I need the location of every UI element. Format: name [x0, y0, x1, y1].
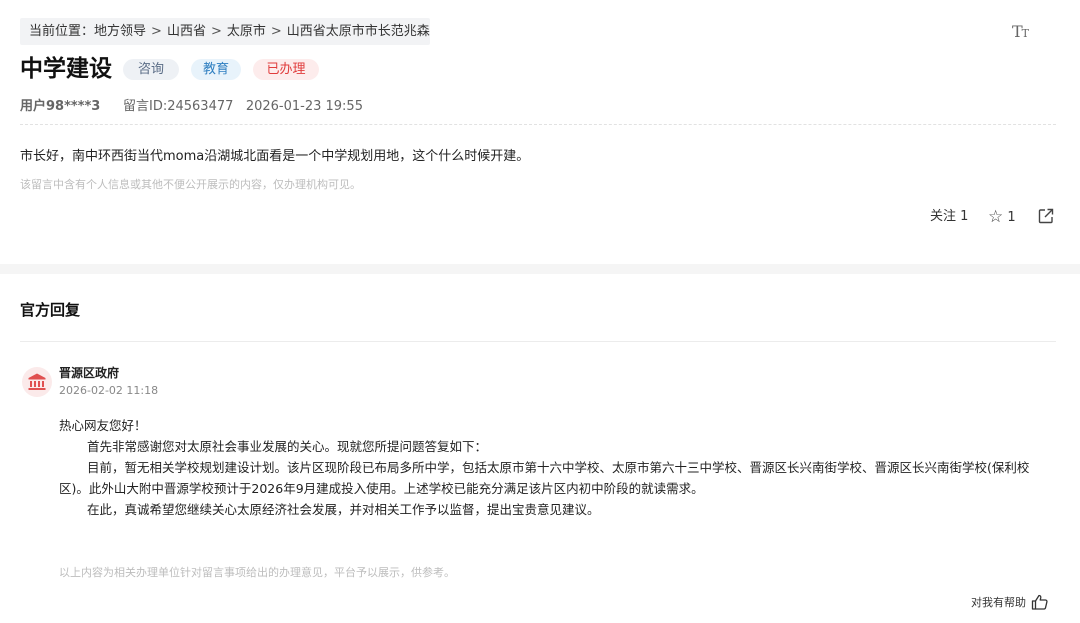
status-badge: 已办理 [253, 59, 319, 80]
favorite-count: 1 [1007, 210, 1016, 225]
page-title: 中学建设 [20, 56, 112, 82]
helpful-label: 对我有帮助 [971, 596, 1026, 609]
breadcrumb-item-2[interactable]: 山西省 [167, 24, 206, 39]
reply-greeting: 热心网友您好！ [59, 418, 147, 433]
government-building-icon [28, 373, 46, 390]
reply-datetime: 2026-02-02 11:18 [59, 384, 159, 397]
thumbs-up-icon [1031, 594, 1048, 610]
breadcrumb-separator: > [151, 24, 162, 39]
follow-button[interactable]: 关注 1 [930, 208, 968, 226]
breadcrumb-prefix: 当前位置： [29, 24, 95, 39]
star-icon: ☆ [988, 207, 1004, 227]
post-datetime: 2026-01-23 19:55 [245, 99, 363, 114]
section-separator [0, 264, 1080, 274]
helpful-button[interactable]: 对我有帮助 [971, 594, 1048, 612]
message-content: 市长好，南中环西街当代moma沿湖城北面看是一个中学规划用地，这个什么时候开建。 [20, 149, 530, 164]
post-user: 用户98****3 [20, 99, 101, 114]
breadcrumb-item-3[interactable]: 太原市 [227, 24, 266, 39]
message-id: 留言ID:24563477 [123, 99, 234, 114]
post-meta: 留言ID:24563477 2026-01-23 19:55 [123, 99, 363, 115]
breadcrumb: 当前位置：地方领导 > 山西省 > 太原市 > 山西省太原市市长范兆森 [20, 18, 430, 45]
tag-consult: 咨询 [123, 59, 179, 80]
tag-education: 教育 [191, 59, 241, 80]
reply-body: 热心网友您好！ 首先非常感谢您对太原社会事业发展的关心。现就您所提问题答复如下：… [59, 415, 1056, 520]
breadcrumb-item-1[interactable]: 地方领导 [94, 24, 146, 39]
divider [20, 341, 1056, 342]
divider [20, 124, 1056, 125]
share-icon[interactable] [1037, 207, 1055, 225]
breadcrumb-separator: > [270, 24, 282, 39]
font-size-icon[interactable]: TT [1012, 22, 1034, 42]
avatar [22, 367, 52, 397]
font-size-small-t: T [1021, 27, 1029, 40]
breadcrumb-separator: > [210, 24, 222, 39]
font-size-big-t: T [1012, 22, 1023, 41]
reply-paragraph: 在此，真诚希望您继续关心太原经济社会发展，并对相关工作予以监督，提出宝贵意见建议… [87, 502, 600, 517]
breadcrumb-item-4[interactable]: 山西省太原市市长范兆森 [287, 24, 430, 39]
reply-paragraph: 首先非常感谢您对太原社会事业发展的关心。现就您所提问题答复如下： [87, 439, 488, 454]
reply-heading: 官方回复 [20, 301, 81, 319]
favorite-button[interactable]: ☆ 1 [988, 208, 1016, 227]
privacy-note: 该留言中含有个人信息或其他不便公开展示的内容，仅办理机构可见。 [20, 178, 361, 191]
reply-disclaimer: 以上内容为相关办理单位针对留言事项给出的办理意见，平台予以展示，供参考。 [59, 566, 455, 579]
reply-org-name: 晋源区政府 [59, 366, 120, 380]
reply-paragraph: 目前，暂无相关学校规划建设计划。该片区现阶段已布局多所中学，包括太原市第十六中学… [59, 460, 1030, 496]
